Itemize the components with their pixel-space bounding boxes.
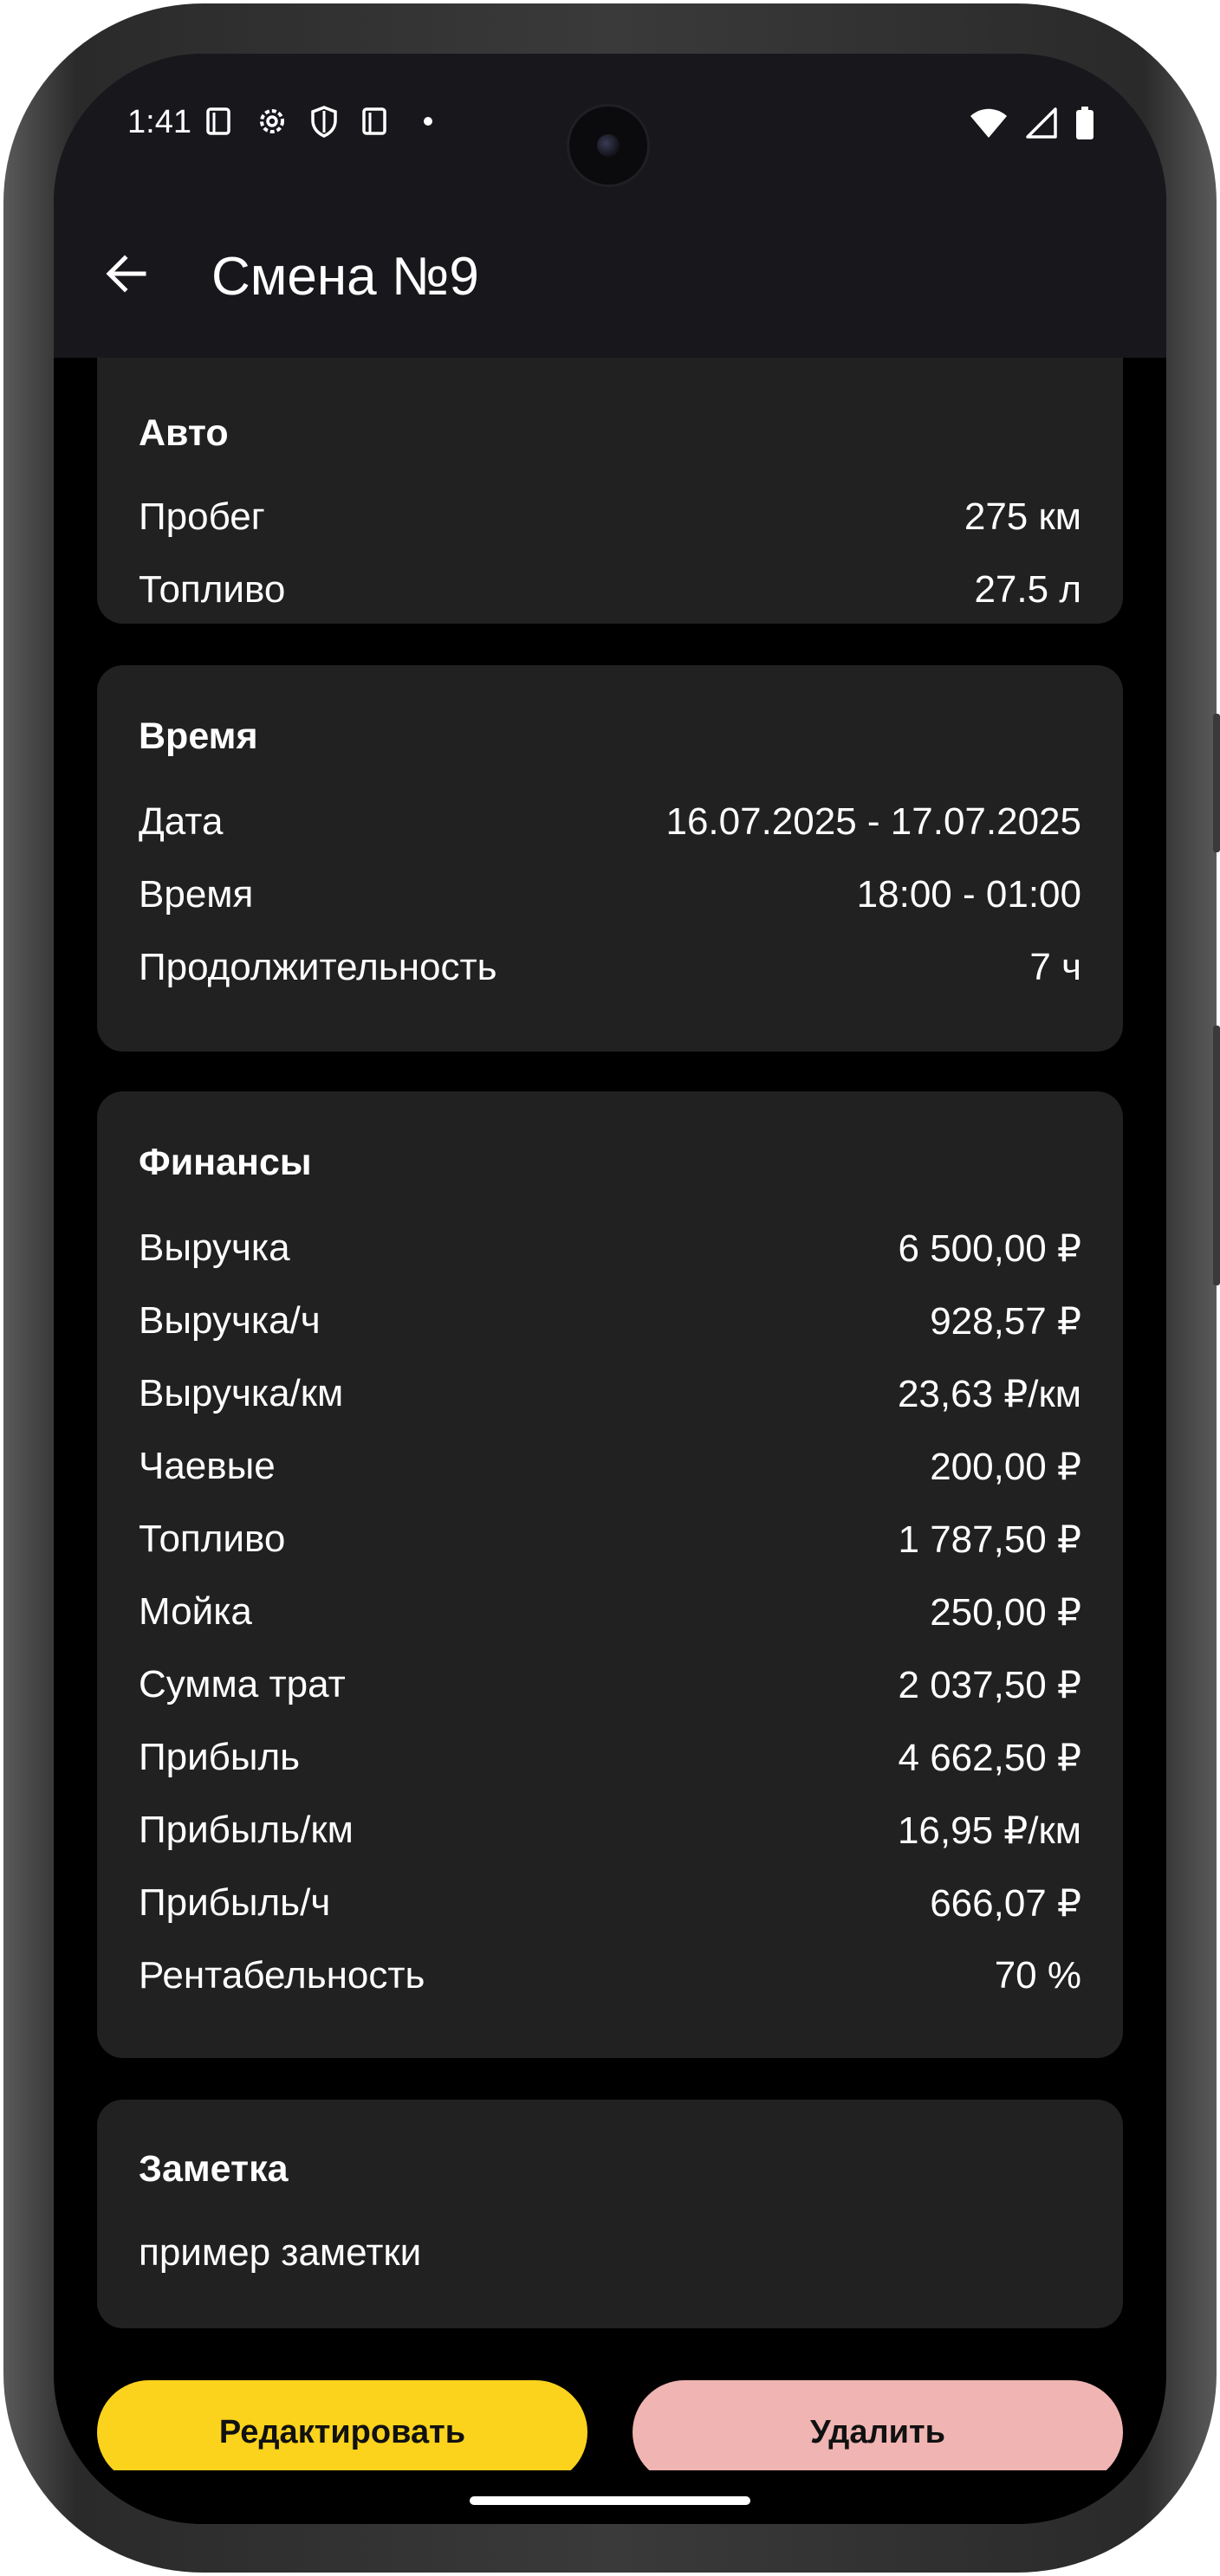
row-label: Прибыль: [139, 1736, 301, 1778]
wifi-icon: [970, 108, 1007, 138]
status-time: 1:41: [127, 104, 191, 140]
delete-button[interactable]: Удалить: [633, 2380, 1123, 2484]
row-revenue: Выручка 6 500,00 ₽: [139, 1227, 1081, 1278]
card-title-auto: Авто: [139, 412, 229, 454]
row-date: Дата 16.07.2025 - 17.07.2025: [139, 800, 1081, 852]
row-label: Выручка/ч: [139, 1299, 321, 1342]
back-arrow-icon[interactable]: [101, 248, 152, 300]
signal-icon: [1026, 107, 1057, 139]
shield-icon: [311, 106, 337, 138]
row-value: 7 ч: [1029, 946, 1081, 988]
row-value: 666,07 ₽: [930, 1882, 1081, 1925]
row-label: Дата: [139, 800, 224, 843]
card-auto: Авто Пробег 275 км Топливо 27.5 л: [97, 314, 1123, 624]
volume-button: [1213, 714, 1220, 852]
row-total-expenses: Сумма трат 2 037,50 ₽: [139, 1663, 1081, 1715]
row-label: Рентабельность: [139, 1954, 425, 1997]
home-indicator[interactable]: [470, 2496, 750, 2505]
row-revenue-per-hour: Выручка/ч 928,57 ₽: [139, 1299, 1081, 1351]
row-profitability: Рентабельность 70 %: [139, 1954, 1081, 2006]
row-value: 275 км: [964, 495, 1081, 538]
battery-icon: [1076, 107, 1093, 139]
row-label: Сумма трат: [139, 1663, 346, 1705]
row-profit: Прибыль 4 662,50 ₽: [139, 1736, 1081, 1788]
edit-button[interactable]: Редактировать: [97, 2380, 587, 2484]
row-label: Топливо: [139, 568, 286, 611]
row-value: 2 037,50 ₽: [898, 1664, 1082, 1706]
card-title-time: Время: [139, 715, 258, 757]
row-revenue-per-km: Выручка/км 23,63 ₽/км: [139, 1372, 1081, 1424]
row-label: Мойка: [139, 1590, 252, 1633]
screen: Авто Пробег 275 км Топливо 27.5 л Время …: [54, 54, 1166, 2524]
row-value: 4 662,50 ₽: [898, 1737, 1082, 1779]
screenshot-icon: [362, 107, 386, 135]
row-label: Чаевые: [139, 1445, 276, 1487]
row-fuel-cost: Топливо 1 787,50 ₽: [139, 1518, 1081, 1570]
app-bar: 1:41 Смена №9: [54, 54, 1166, 358]
page-title: Смена №9: [211, 247, 479, 307]
settings-icon: [260, 109, 284, 133]
row-time: Время 18:00 - 01:00: [139, 873, 1081, 925]
card-time: Время Дата 16.07.2025 - 17.07.2025 Время…: [97, 665, 1123, 1052]
row-label: Время: [139, 873, 254, 916]
row-value: 250,00 ₽: [930, 1591, 1081, 1634]
status-bar: 1:41: [54, 54, 1166, 187]
row-value: 23,63 ₽/км: [897, 1373, 1081, 1415]
row-value: 70 %: [994, 1954, 1081, 1997]
row-value: 27.5 л: [974, 568, 1081, 611]
row-label: Продолжительность: [139, 946, 497, 988]
screenshot-icon: [206, 107, 230, 135]
row-label: Прибыль/км: [139, 1809, 354, 1851]
row-value: 6 500,00 ₽: [898, 1227, 1082, 1270]
status-icons-right: [969, 106, 1095, 140]
card-finance: Финансы Выручка 6 500,00 ₽ Выручка/ч 928…: [97, 1091, 1123, 2058]
row-mileage: Пробег 275 км: [139, 495, 1081, 547]
row-value: 1 787,50 ₽: [898, 1518, 1082, 1561]
row-label: Выручка/км: [139, 1372, 344, 1414]
row-value: 200,00 ₽: [930, 1446, 1081, 1488]
row-duration: Продолжительность 7 ч: [139, 946, 1081, 998]
power-button: [1213, 1026, 1220, 1285]
row-label: Топливо: [139, 1518, 286, 1560]
note-text: пример заметки: [139, 2231, 422, 2274]
row-value: 928,57 ₽: [930, 1300, 1081, 1343]
row-value: 16.07.2025 - 17.07.2025: [665, 800, 1081, 843]
row-fuel: Топливо 27.5 л: [139, 568, 1081, 620]
dot-icon: [424, 117, 432, 126]
row-tips: Чаевые 200,00 ₽: [139, 1445, 1081, 1497]
card-title-note: Заметка: [139, 2148, 289, 2190]
row-value: 18:00 - 01:00: [856, 873, 1081, 916]
row-wash: Мойка 250,00 ₽: [139, 1590, 1081, 1642]
row-label: Выручка: [139, 1227, 290, 1269]
row-profit-per-km: Прибыль/км 16,95 ₽/км: [139, 1809, 1081, 1861]
row-label: Пробег: [139, 495, 265, 538]
card-note: Заметка пример заметки: [97, 2100, 1123, 2328]
status-icons-left: [203, 104, 445, 139]
card-title-finance: Финансы: [139, 1142, 312, 1183]
row-profit-per-hour: Прибыль/ч 666,07 ₽: [139, 1881, 1081, 1933]
row-label: Прибыль/ч: [139, 1881, 331, 1924]
row-value: 16,95 ₽/км: [897, 1809, 1081, 1852]
phone-frame: Авто Пробег 275 км Топливо 27.5 л Время …: [3, 3, 1220, 2573]
front-camera: [567, 104, 650, 187]
